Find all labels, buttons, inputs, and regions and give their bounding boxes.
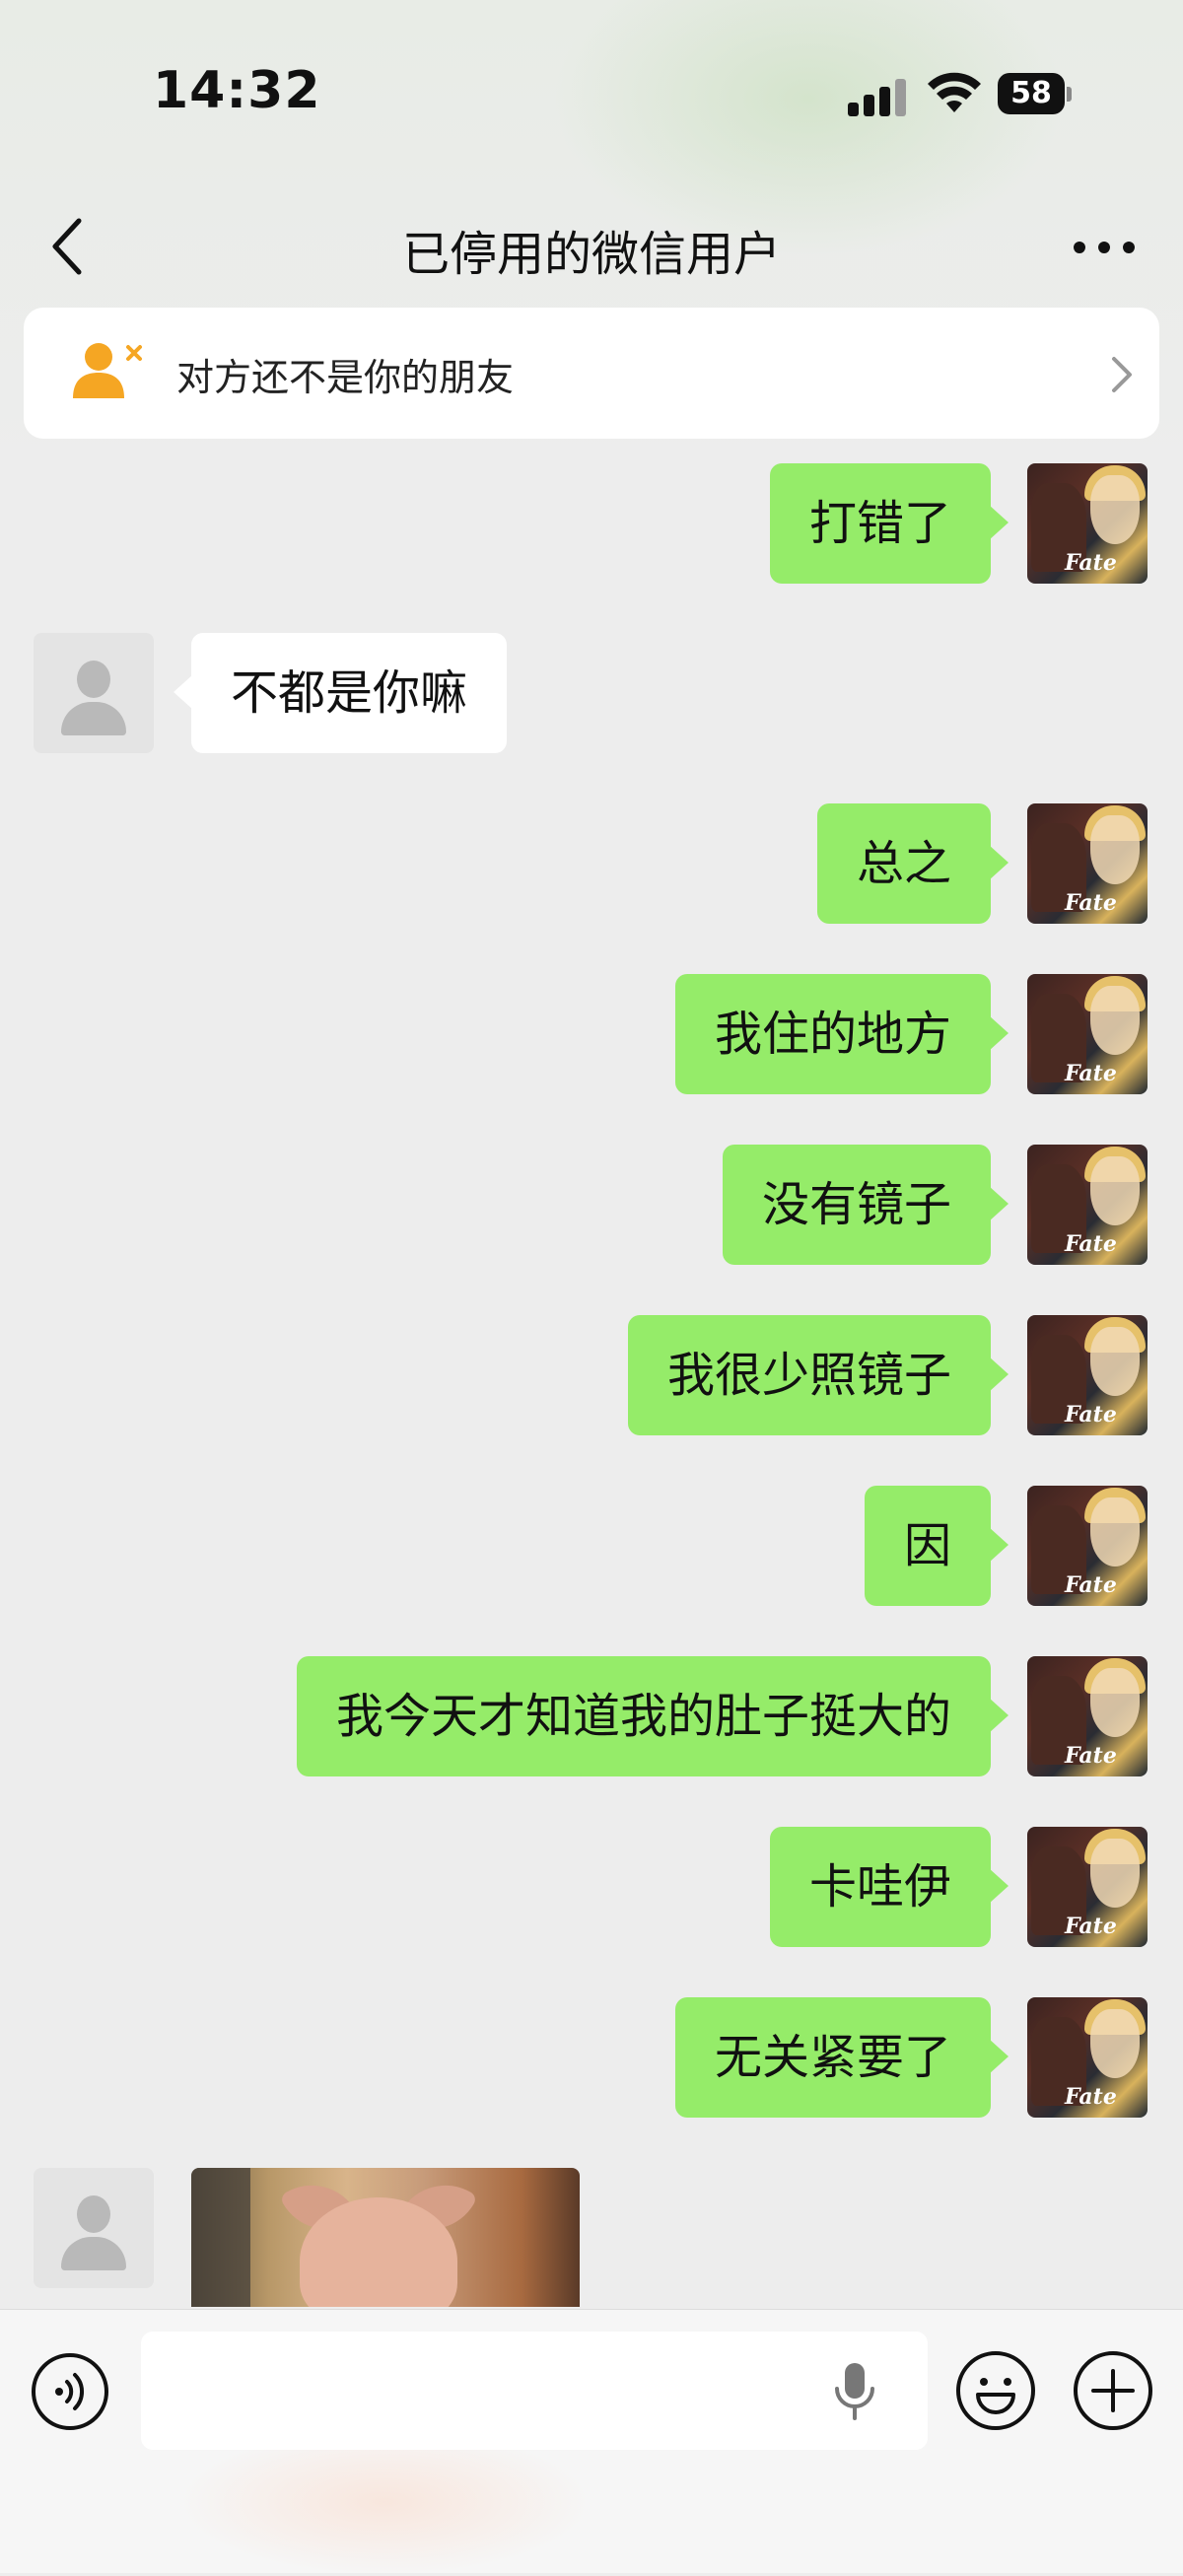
my-avatar[interactable]: Fate bbox=[1027, 1997, 1148, 2118]
message-row: 没有镜子 Fate bbox=[0, 1145, 1183, 1267]
input-bar bbox=[0, 2309, 1183, 2576]
voice-mode-icon[interactable] bbox=[30, 2351, 110, 2432]
more-dots-icon[interactable] bbox=[1070, 223, 1139, 272]
my-avatar[interactable]: Fate bbox=[1027, 463, 1148, 584]
wifi-icon bbox=[928, 72, 981, 112]
battery-level: 58 bbox=[1010, 76, 1052, 110]
banner-text: 对方还不是你的朋友 bbox=[176, 356, 515, 399]
their-message-bubble[interactable]: 不都是你嘛 bbox=[173, 633, 508, 753]
my-message-bubble[interactable]: 卡哇伊 bbox=[769, 1827, 1009, 1947]
cellular-signal-icon bbox=[848, 77, 907, 116]
my-avatar[interactable]: Fate bbox=[1027, 1486, 1148, 1606]
my-avatar[interactable]: Fate bbox=[1027, 1145, 1148, 1265]
my-avatar[interactable]: Fate bbox=[1027, 1315, 1148, 1435]
message-row: 我很少照镜子 Fate bbox=[0, 1315, 1183, 1437]
message-row: 打错了 Fate bbox=[0, 463, 1183, 586]
message-row: 我今天才知道我的肚子挺大的 Fate bbox=[0, 1656, 1183, 1778]
image-message[interactable] bbox=[191, 2168, 580, 2307]
nav-bar: 已停用的微信用户 bbox=[0, 187, 1183, 306]
message-input[interactable] bbox=[141, 2332, 928, 2450]
contact-avatar[interactable] bbox=[34, 633, 154, 753]
my-message-bubble[interactable]: 我今天才知道我的肚子挺大的 bbox=[296, 1656, 1009, 1776]
my-message-bubble[interactable]: 我住的地方 bbox=[674, 974, 1009, 1094]
battery-icon: 58 bbox=[998, 73, 1073, 116]
status-time: 14:32 bbox=[153, 61, 321, 120]
my-message-bubble[interactable]: 因 bbox=[864, 1486, 1009, 1606]
message-row: 不都是你嘛 bbox=[0, 633, 1183, 755]
message-row: 我住的地方 Fate bbox=[0, 974, 1183, 1096]
message-row bbox=[0, 2168, 1183, 2307]
my-avatar[interactable]: Fate bbox=[1027, 1827, 1148, 1947]
user-remove-icon bbox=[73, 343, 142, 398]
contact-avatar[interactable] bbox=[34, 2168, 154, 2288]
my-message-bubble[interactable]: 我很少照镜子 bbox=[627, 1315, 1009, 1435]
my-message-bubble[interactable]: 无关紧要了 bbox=[674, 1997, 1009, 2118]
emoji-icon[interactable] bbox=[954, 2349, 1037, 2432]
my-message-bubble[interactable]: 没有镜子 bbox=[722, 1145, 1009, 1265]
message-row: 无关紧要了 Fate bbox=[0, 1997, 1183, 2120]
status-bar: 14:32 58 bbox=[0, 0, 1183, 187]
message-row: 卡哇伊 Fate bbox=[0, 1827, 1183, 1949]
chevron-right-icon bbox=[1112, 357, 1132, 392]
my-message-bubble[interactable]: 打错了 bbox=[769, 463, 1009, 584]
microphone-icon[interactable] bbox=[833, 2361, 876, 2422]
plus-icon[interactable] bbox=[1072, 2349, 1154, 2432]
my-avatar[interactable]: Fate bbox=[1027, 1656, 1148, 1776]
not-friend-banner[interactable]: 对方还不是你的朋友 bbox=[24, 308, 1159, 439]
message-row: 总之 Fate bbox=[0, 803, 1183, 926]
message-row: 因 Fate bbox=[0, 1486, 1183, 1608]
my-message-bubble[interactable]: 总之 bbox=[816, 803, 1009, 924]
my-avatar[interactable]: Fate bbox=[1027, 803, 1148, 924]
message-list[interactable]: 打错了 Fate 不都是你嘛 总之 Fate 我住的地方 Fate 没有镜子 F… bbox=[0, 463, 1183, 2307]
chat-title: 已停用的微信用户 bbox=[401, 227, 781, 282]
my-avatar[interactable]: Fate bbox=[1027, 974, 1148, 1094]
